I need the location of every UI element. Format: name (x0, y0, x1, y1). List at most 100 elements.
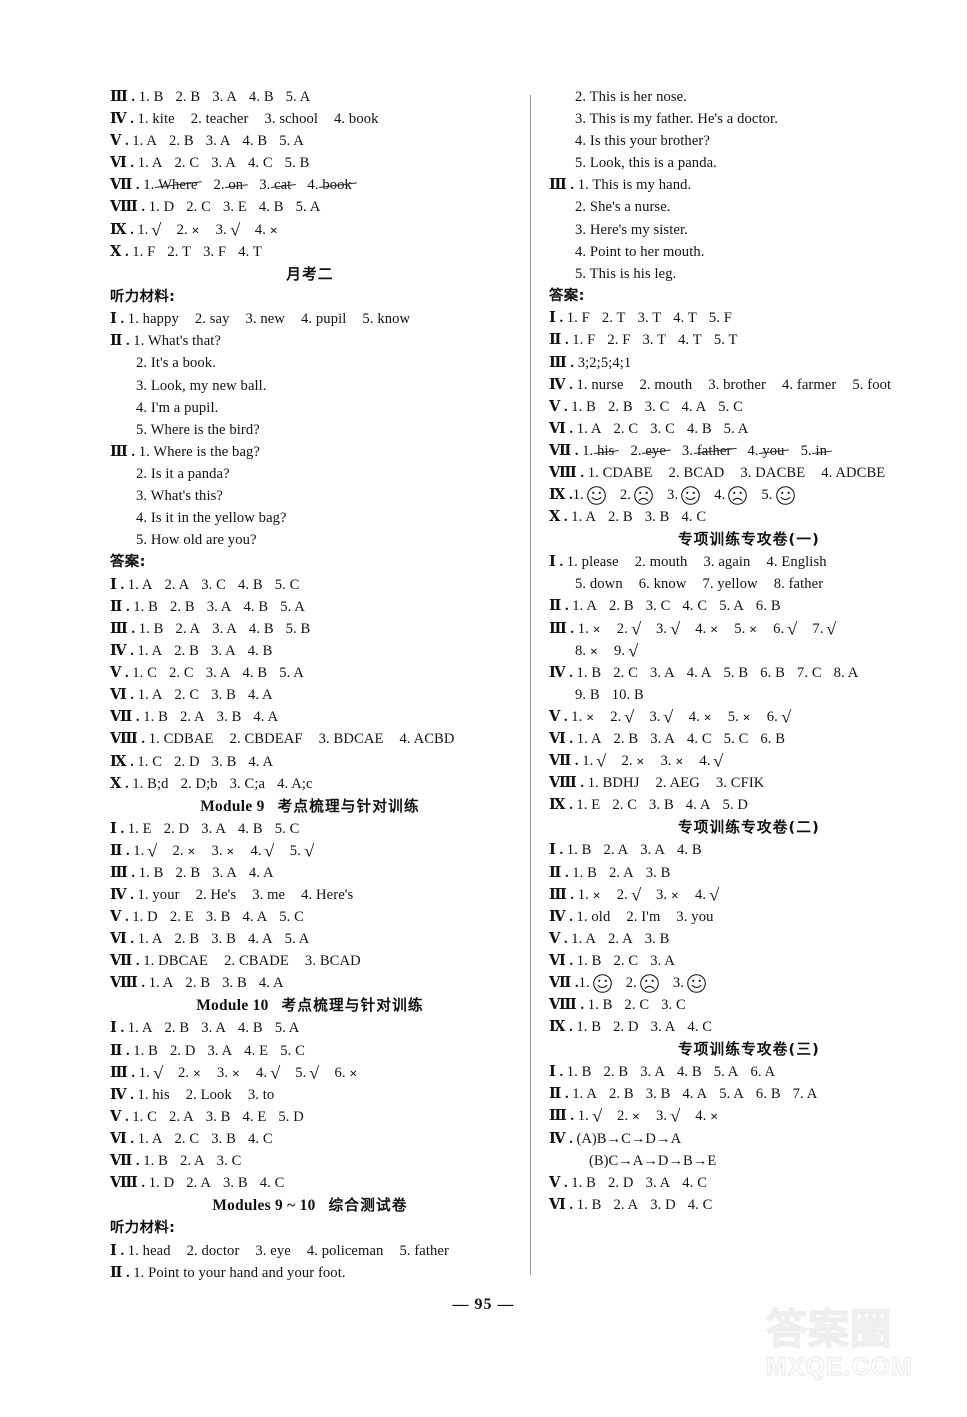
item-number: 5. (727, 708, 743, 725)
answer-item-mark: 1. √ (577, 1105, 603, 1127)
answer-line: Ⅱ . 1. √ 2. × 3. × 4. √ 5. √ (110, 840, 510, 862)
answer-item: 3. A (206, 598, 232, 615)
answer-item: 2. C (624, 997, 650, 1014)
item-number: 3. (672, 974, 685, 991)
roman-numeral: Ⅵ . (549, 731, 577, 748)
roman-numeral: Ⅴ . (549, 708, 572, 725)
answer-line: Ⅶ . 1. B 2. A 3. B 4. A (110, 706, 510, 728)
cross-mark-icon: × (349, 1066, 358, 1082)
answer-item: 4. pupil (301, 311, 347, 328)
answer-item: 4. policeman (306, 1242, 384, 1259)
answer-item: 3. BDCAE (318, 731, 384, 748)
answer-item: 2. A (613, 1196, 639, 1213)
answer-item: 4. ACBD (399, 731, 455, 748)
answer-item: 1. B (576, 1196, 602, 1213)
answer-item: 4. B (248, 620, 274, 637)
roman-numeral: Ⅶ . (110, 177, 144, 194)
cross-mark-icon: × (631, 1110, 640, 1126)
roman-numeral: Ⅲ . (549, 354, 578, 371)
answer-item: 3. A (645, 1174, 671, 1191)
answer-item: 2. A (608, 864, 634, 881)
answer-item: 3. B (645, 864, 671, 881)
answer-item: 4. B (237, 1020, 263, 1037)
answer-item: 3. eye (255, 1242, 291, 1259)
answer-item: 5. A (295, 199, 321, 216)
item-number: 8. (575, 642, 590, 659)
cross-mark-icon: × (226, 844, 235, 860)
answer-item: 3. A (211, 155, 236, 172)
answer-item-mark: 2. × (617, 1105, 640, 1127)
answer-item: 5. C (274, 820, 300, 837)
answer-item-mark: 1. √ (139, 1062, 163, 1084)
answer-item: 3. you (676, 908, 714, 925)
answer-item: 3. Look, my new ball. (136, 377, 267, 394)
answer-item-mark: 3. × (656, 884, 679, 906)
item-number: 2. (616, 886, 632, 903)
cross-mark-icon: × (187, 844, 196, 860)
answer-item: 3. F (203, 243, 227, 260)
answer-item: 4. farmer (781, 376, 837, 393)
answer-item: 4. A;c (277, 775, 313, 792)
answer-item: 2. mouth (639, 376, 693, 393)
answer-line: Ⅷ . 1. A 2. B 3. B 4. A (110, 972, 510, 994)
answer-line: Ⅰ . 1. A 2. B 3. A 4. B 5. A (110, 1017, 510, 1039)
cross-mark-icon: × (710, 1110, 719, 1126)
answer-item-filled: 1. Where (143, 174, 197, 196)
item-number: 4. (254, 221, 270, 238)
answer-item: 4. E (242, 1108, 267, 1125)
answer-item: 2. CBADE (224, 953, 289, 970)
answer-item: 5. Where is the bird? (136, 421, 260, 438)
answer-line: Ⅱ . 1. What's that? (110, 330, 510, 352)
answer-item: 4. B (676, 842, 702, 859)
answer-item: 5. B (284, 155, 310, 172)
answer-line: Ⅴ . 1. × 2. √ 3. √ 4. × 5. × 6. √ (549, 706, 949, 728)
answer-item: 2. AEG (655, 775, 700, 792)
page-number: — 95 — (452, 1296, 515, 1313)
handwritten-answer: on (228, 174, 243, 196)
answer-item: 2. I'm (626, 908, 661, 925)
cross-mark-icon: × (231, 1066, 240, 1082)
item-number: 4. (695, 1108, 711, 1125)
item-number: 2. (172, 842, 188, 859)
answer-item: 1. D (148, 199, 175, 216)
roman-numeral: Ⅷ . (549, 465, 588, 481)
answer-line: Ⅶ . 1. his 2. eye 3. father 4. you 5. in (549, 440, 949, 462)
answer-item: 1. E (127, 820, 152, 837)
check-mark-icon: √ (663, 708, 674, 728)
answer-line: 5. down 6. know 7. yellow 8. father (549, 573, 949, 595)
cross-mark-icon: × (586, 710, 595, 726)
answer-item: 1. B (566, 1064, 592, 1081)
answer-item: 5. A (279, 665, 304, 682)
answer-item: 1. kite (137, 111, 175, 128)
right-column: 2. This is her nose. 3. This is my father… (549, 86, 949, 1216)
cross-mark-icon: × (675, 755, 684, 771)
answer-item: 2. He's (195, 887, 237, 903)
answer-item: 3. B (222, 975, 247, 992)
answer-item: 5. B (723, 664, 749, 681)
item-number: 4. (694, 886, 710, 903)
roman-numeral: Ⅳ . (549, 376, 577, 393)
answer-item: 3. A (650, 731, 675, 748)
item-number: 1. (143, 177, 159, 194)
answer-item: 2. say (194, 311, 230, 328)
item-number: 1. (577, 886, 593, 903)
item-number: 1. (577, 1108, 593, 1125)
answer-item: (A)B→C→D→A (576, 1130, 682, 1147)
item-number: 2. (616, 620, 632, 637)
answer-item-mark: 8. × (575, 640, 598, 662)
item-number: 4. (255, 1064, 271, 1081)
cross-mark-icon: × (192, 1066, 201, 1082)
check-mark-icon: √ (591, 1108, 603, 1127)
answer-item: 2. Look (185, 1086, 232, 1103)
left-column: Ⅲ . 1. B 2. B 3. A 4. B 5. AⅣ . 1. kite 2. te… (110, 86, 510, 1284)
item-number: 5. (289, 842, 305, 859)
answer-item: 3. A (201, 1020, 226, 1037)
answer-line: Ⅶ . 1. 2. 3. (549, 972, 949, 994)
answer-item: 2. Is it a panda? (136, 465, 230, 482)
item-number: 3. (655, 1108, 671, 1125)
roman-numeral: Ⅶ . (110, 1153, 144, 1170)
heading-zhuanxiang-2: 专项训练专攻卷(二) (677, 819, 821, 837)
answer-item: 5. A (280, 598, 305, 615)
answer-item-mark: 1. √ (582, 750, 606, 772)
answer-item: 4. ADCBE (821, 465, 886, 481)
